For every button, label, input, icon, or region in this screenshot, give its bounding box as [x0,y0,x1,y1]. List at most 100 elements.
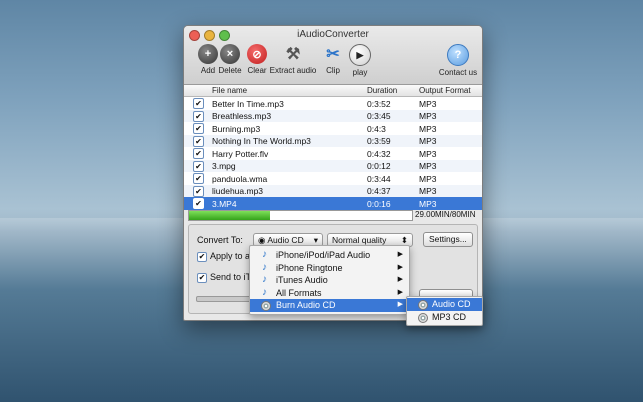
file-name-cell: Burning.mp3 [212,123,261,134]
row-checkbox[interactable]: ✔ [193,135,204,147]
duration-cell: 0:3:44 [367,173,391,184]
music-note-icon: ♪ [262,261,267,273]
duration-cell: 0:4:32 [367,148,391,159]
submenu-arrow-icon: ▶ [397,251,403,258]
format-cell: MP3 [419,161,437,171]
submenu-item-audio-cd[interactable]: Audio CD [407,298,482,311]
clip-label: Clip [326,66,340,75]
submenu-item-label: MP3 CD [432,312,467,322]
format-cell: MP3 [419,173,437,184]
table-row[interactable]: ✔ Harry Potter.flv 0:4:32 MP3 [184,147,482,160]
table-header: File name Duration Output Format [184,85,482,97]
column-header-duration[interactable]: Duration [367,86,397,95]
file-name-cell: Better In Time.mp3 [212,98,284,109]
menu-item-label: iPhone/iPod/iPad Audio [276,250,371,260]
format-cell: MP3 [419,111,437,121]
convert-to-label: Convert To: [197,235,243,245]
file-name-cell: Nothing In The World.mp3 [212,136,311,146]
row-checkbox[interactable]: ✔ [193,98,204,109]
table-row[interactable]: ✔ Burning.mp3 0:4:3 MP3 [184,122,482,135]
duration-cell: 0:4:37 [367,186,391,196]
submenu-arrow-icon: ▶ [397,301,403,308]
tools-icon: ⚒ [285,46,301,63]
submenu-arrow-icon: ▶ [397,276,403,283]
contact-us-button[interactable]: ? Contact us [437,44,479,77]
music-note-icon: ♪ [262,249,267,260]
file-name-cell: 3.mpg [212,161,236,171]
submenu-item-label: Audio CD [432,299,471,309]
table-row[interactable]: ✔ Breathless.mp3 0:3:45 MP3 [184,109,482,122]
table-row[interactable]: ✔ liudehua.mp3 0:4:37 MP3 [184,184,482,197]
table-row[interactable]: ✔ Nothing In The World.mp3 0:3:59 MP3 [184,134,482,147]
duration-cell: 0:4:3 [367,123,386,134]
menu-item-all-formats[interactable]: ♪ All Formats ▶ [250,287,409,300]
menu-item-iphone-ringtone[interactable]: ♪ iPhone Ringtone ▶ [250,262,409,275]
menu-item-label: All Formats [276,287,322,298]
row-checkbox[interactable]: ✔ [193,110,204,122]
cd-icon [418,300,428,310]
cd-icon [261,301,271,311]
format-cell: MP3 [419,136,437,146]
music-note-icon: ♪ [262,286,267,298]
file-name-cell: 3.MP4 [212,198,237,209]
toolbar: + Add × Delete ⊘ Clear ⚒ Extract audio ✂… [188,44,478,84]
row-checkbox[interactable]: ✔ [193,148,204,159]
burn-cd-submenu: Audio CD MP3 CD [406,296,483,326]
cd-icon [418,313,428,323]
send-to-itunes-checkbox[interactable]: ✔ [197,273,207,283]
file-table: File name Duration Output Format ✔ Bette… [184,85,482,210]
contact-us-label: Contact us [438,68,478,77]
format-cell: MP3 [419,148,437,159]
play-label: play [352,68,368,77]
menu-item-label: Burn Audio CD [276,300,336,310]
table-row[interactable]: ✔ 3.mpg 0:0:12 MP3 [184,159,482,172]
format-cell: MP3 [419,98,437,109]
capacity-progress-fill [189,211,270,220]
submenu-arrow-icon: ▶ [397,263,403,271]
row-checkbox[interactable]: ✔ [193,160,204,172]
table-row-selected[interactable]: ✔ 3.MP4 0:0:16 MP3 [184,197,482,210]
row-checkbox[interactable]: ✔ [193,173,204,184]
row-checkbox[interactable]: ✔ [193,198,204,209]
quality-popup-value: Normal quality [332,235,387,245]
file-name-cell: Breathless.mp3 [212,111,272,121]
duration-cell: 0:3:59 [367,136,391,146]
column-header-file-name[interactable]: File name [212,86,247,95]
row-checkbox[interactable]: ✔ [193,185,204,197]
column-header-output-format[interactable]: Output Format [419,86,471,95]
format-cell: MP3 [419,123,437,134]
duration-cell: 0:0:12 [367,161,391,171]
menu-item-iphone-ipod-ipad-audio[interactable]: ♪ iPhone/iPod/iPad Audio ▶ [250,249,409,262]
cd-icon: ◉ [258,235,266,245]
row-checkbox[interactable]: ✔ [193,123,204,134]
duration-cell: 0:0:16 [367,198,391,209]
format-cell: MP3 [419,186,437,196]
menu-item-itunes-audio[interactable]: ♪ iTunes Audio ▶ [250,274,409,287]
file-name-cell: panduola.wma [212,173,268,184]
music-note-icon: ♪ [262,274,267,285]
file-name-cell: Harry Potter.flv [212,148,269,159]
menu-item-label: iPhone Ringtone [276,262,343,273]
file-name-cell: liudehua.mp3 [212,186,264,196]
menu-item-burn-audio-cd[interactable]: Burn Audio CD ▶ [250,299,409,312]
duration-cell: 0:3:45 [367,111,391,121]
duration-cell: 0:3:52 [367,98,391,109]
help-icon: ? [447,44,469,66]
play-button[interactable]: ▶ play [340,44,380,77]
capacity-label: 29.00MIN/80MIN [415,210,476,219]
table-row[interactable]: ✔ Better In Time.mp3 0:3:52 MP3 [184,97,482,110]
settings-button[interactable]: Settings... [423,232,473,247]
format-cell: MP3 [419,198,437,209]
title-bar: iAudioConverter + Add × Delete ⊘ Clear ⚒… [184,26,482,85]
window-title: iAudioConverter [297,29,369,40]
volume-slider[interactable] [196,296,254,302]
table-row[interactable]: ✔ panduola.wma 0:3:44 MP3 [184,172,482,185]
extract-audio-button[interactable]: ⚒ Extract audio [268,44,318,75]
format-popup-value: Audio CD [267,235,304,245]
menu-item-label: iTunes Audio [276,275,328,285]
clear-icon: ⊘ [247,44,267,64]
submenu-arrow-icon: ▶ [397,288,403,296]
apply-to-all-checkbox[interactable]: ✔ [197,252,207,262]
submenu-item-mp3-cd[interactable]: MP3 CD [407,311,482,324]
play-icon: ▶ [349,44,371,66]
